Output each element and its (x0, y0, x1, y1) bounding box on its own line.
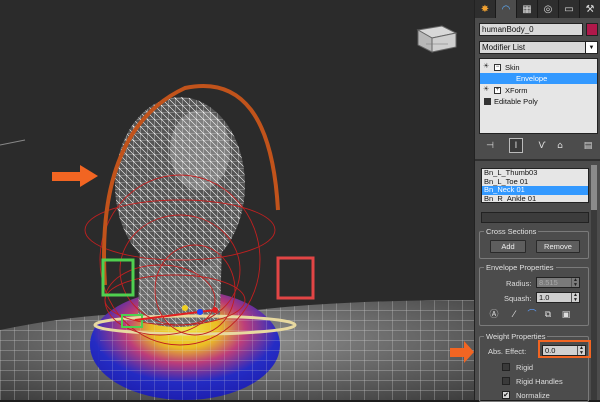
command-panel: ✸ ◠ ▦ ◎ ▭ ⚒ humanBody_0 Modifier List ▼ (474, 0, 600, 402)
bone-filter-field[interactable] (481, 212, 589, 223)
utilities-icon: ⚒ (585, 3, 595, 15)
expand-icon[interactable]: + (494, 87, 501, 94)
object-name-field[interactable]: humanBody_0 (479, 23, 583, 36)
squash-value: 1.0 (539, 293, 550, 302)
display-tab[interactable]: ▭ (559, 0, 580, 18)
add-cross-section-button[interactable]: Add (490, 240, 526, 253)
radius-value: 8.515 (539, 278, 558, 287)
motion-icon: ◎ (543, 3, 553, 15)
squash-spinner[interactable]: 1.0 ▲ ▼ (536, 292, 580, 303)
chevron-down-icon: ▼ (585, 42, 597, 53)
display-icon: ▭ (564, 3, 574, 15)
rigid-checkbox[interactable] (502, 363, 510, 371)
rigid-handles-checkbox[interactable] (502, 377, 510, 385)
stack-item-envelope[interactable]: Envelope (480, 73, 597, 84)
stack-item-editable-poly[interactable]: Editable Poly (480, 96, 597, 107)
modify-icon: ◠ (501, 3, 511, 15)
stack-item-label: Editable Poly (494, 97, 538, 106)
modifier-stack: ☀ − Skin Envelope ☀ + XForm Editable Pol… (479, 58, 598, 134)
spinner-arrows-icon[interactable]: ▲ ▼ (571, 278, 579, 287)
list-item[interactable]: Bn_R_Ankle 01 (482, 194, 588, 202)
panel-divider (475, 159, 600, 161)
squash-label: Squash: (504, 294, 532, 303)
group-title: Envelope Properties (484, 263, 556, 272)
bone-list[interactable]: Bn_L_Thumb03 Bn_L_Toe 01 Bn_Neck 01 Bn_R… (481, 168, 589, 203)
lightbulb-icon[interactable]: ☀ (483, 86, 491, 94)
hierarchy-tab[interactable]: ▦ (517, 0, 538, 18)
abs-effect-highlight (538, 340, 591, 358)
stack-item-skin[interactable]: ☀ − Skin (480, 62, 597, 73)
normalize-checkbox[interactable]: ✔ (502, 391, 510, 399)
paste-envelope-icon[interactable]: ▣ (560, 309, 572, 321)
object-color-swatch[interactable] (586, 23, 598, 36)
scrollbar-thumb[interactable] (591, 165, 597, 210)
stack-toolbar: ⊣ Ⅰ Ѵ ⌂ ▤ (479, 138, 598, 154)
sun-icon: ✸ (480, 3, 490, 15)
stack-item-label: Envelope (516, 74, 548, 83)
radius-spinner[interactable]: 8.515 ▲ ▼ (536, 277, 580, 288)
base-object-icon (484, 98, 491, 105)
hierarchy-icon: ▦ (522, 3, 532, 15)
radius-label: Radius: (506, 279, 532, 288)
stack-item-label: Skin (505, 63, 520, 72)
show-end-result-icon[interactable]: Ⅰ (509, 138, 523, 153)
rigid-label: Rigid (516, 363, 534, 372)
make-unique-icon[interactable]: Ѵ (535, 138, 549, 153)
create-tab[interactable]: ✸ (475, 0, 496, 18)
modifier-list-dropdown[interactable]: Modifier List ▼ (479, 41, 598, 54)
modifier-list-label: Modifier List (482, 43, 526, 52)
absolute-relative-icon[interactable]: Ⓐ (488, 309, 500, 321)
perspective-viewport[interactable] (0, 0, 474, 400)
stack-item-xform[interactable]: ☀ + XForm (480, 85, 597, 96)
utilities-tab[interactable]: ⚒ (580, 0, 600, 18)
cross-sections-group: Cross Sections Add Remove (479, 227, 589, 259)
remove-cross-section-button[interactable]: Remove (536, 240, 580, 253)
envelope-properties-group: Envelope Properties Radius: 8.515 ▲ ▼ Squ… (479, 263, 589, 326)
remove-modifier-icon[interactable]: ⌂ (553, 138, 567, 153)
command-panel-tabs: ✸ ◠ ▦ ◎ ▭ ⚒ (475, 0, 600, 18)
view-cube[interactable] (416, 25, 458, 53)
abs-effect-label: Abs. Effect: (488, 347, 527, 356)
app-window: ✸ ◠ ▦ ◎ ▭ ⚒ humanBody_0 Modifier List ▼ (0, 0, 600, 402)
rigid-handles-label: Rigid Handles (516, 377, 563, 386)
copy-envelope-icon[interactable]: ⧉ (542, 309, 554, 321)
stack-item-label: XForm (505, 86, 528, 95)
collapse-icon[interactable]: − (494, 64, 501, 71)
modify-tab[interactable]: ◠ (496, 0, 517, 18)
spinner-arrows-icon[interactable]: ▲ ▼ (571, 293, 579, 302)
group-title: Cross Sections (484, 227, 539, 236)
panel-scrollbar[interactable] (591, 165, 597, 400)
envelope-visible-icon[interactable]: ⁄ (508, 309, 520, 321)
motion-tab[interactable]: ◎ (538, 0, 559, 18)
configure-modifier-sets-icon[interactable]: ▤ (581, 138, 595, 153)
normalize-label: Normalize (516, 391, 550, 400)
viewport-scene (0, 0, 474, 400)
falloff-icon[interactable]: ⌒ (526, 309, 538, 321)
lightbulb-icon[interactable]: ☀ (483, 63, 491, 71)
pin-stack-icon[interactable]: ⊣ (483, 138, 497, 153)
